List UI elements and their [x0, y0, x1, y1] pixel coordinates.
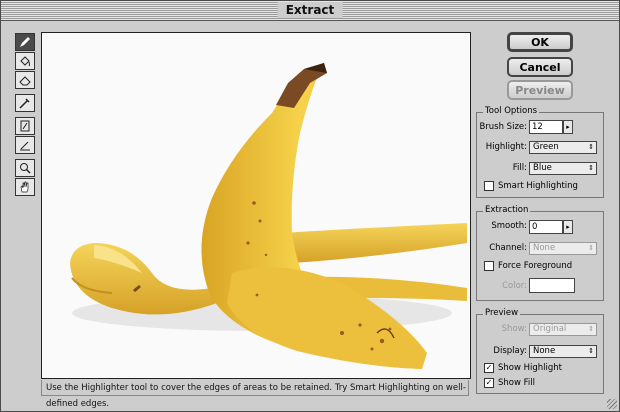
- highlighter-icon: [20, 37, 30, 47]
- banana-peel-image: [70, 63, 467, 369]
- highlight-select[interactable]: Green ⇕: [529, 141, 597, 154]
- show-label: Show:: [501, 324, 527, 334]
- cleanup-tool[interactable]: [15, 117, 35, 135]
- paint-bucket-icon: [20, 56, 30, 67]
- tool-options-title: Tool Options: [483, 106, 540, 116]
- tool-options-group: Tool Options Brush Size: 12 ▸ Highlight:…: [476, 106, 604, 198]
- updown-arrow-icon: ⇕: [588, 325, 594, 333]
- hand-tool[interactable]: [15, 178, 35, 196]
- smart-highlighting-checkbox[interactable]: [484, 181, 494, 191]
- image-preview[interactable]: [41, 32, 471, 379]
- status-bar: Use the Highlighter tool to cover the ed…: [41, 380, 469, 409]
- magnifier-icon: [20, 163, 31, 174]
- smart-highlighting-label: Smart Highlighting: [498, 181, 578, 191]
- channel-select[interactable]: None ⇕: [529, 242, 597, 255]
- show-fill-label: Show Fill: [498, 378, 535, 388]
- updown-arrow-icon: ⇕: [588, 347, 594, 355]
- toolbox: [15, 33, 37, 197]
- preview-title: Preview: [483, 308, 521, 318]
- display-label: Display:: [493, 346, 527, 356]
- preview-button[interactable]: Preview: [507, 80, 573, 100]
- extraction-group: Extraction Smooth: 0 ▸ Channel: None ⇕ Fo…: [476, 205, 604, 301]
- zoom-tool[interactable]: [15, 159, 35, 177]
- show-value: Original: [533, 324, 567, 334]
- ok-button[interactable]: OK: [507, 32, 573, 52]
- fill-select[interactable]: Blue ⇕: [529, 162, 597, 175]
- eraser-icon: [19, 76, 31, 86]
- channel-label: Channel:: [489, 243, 527, 253]
- highlight-label: Highlight:: [485, 142, 527, 152]
- updown-arrow-icon: ⇕: [588, 244, 594, 252]
- color-swatch[interactable]: [529, 278, 575, 293]
- force-foreground-label: Force Foreground: [498, 261, 573, 271]
- fill-label: Fill:: [512, 163, 527, 173]
- preview-group: Preview Show: Original ⇕ Display: None ⇕ ✓…: [476, 308, 604, 394]
- cleanup-icon: [20, 120, 30, 132]
- show-select[interactable]: Original ⇕: [529, 323, 597, 336]
- cancel-button[interactable]: Cancel: [507, 57, 573, 77]
- channel-value: None: [533, 243, 556, 253]
- smooth-field[interactable]: 0: [529, 220, 563, 234]
- fill-value: Blue: [533, 163, 552, 173]
- highlighter-tool[interactable]: [15, 33, 35, 51]
- eyedropper-icon: [19, 98, 30, 109]
- force-foreground-checkbox[interactable]: [484, 261, 494, 271]
- smooth-arrow[interactable]: ▸: [563, 220, 573, 234]
- updown-arrow-icon: ⇕: [588, 164, 594, 172]
- show-fill-checkbox[interactable]: ✓: [484, 378, 494, 388]
- show-highlight-label: Show Highlight: [498, 363, 563, 373]
- brush-size-field[interactable]: 12: [529, 120, 563, 134]
- smooth-label: Smooth:: [491, 221, 527, 231]
- eraser-tool[interactable]: [15, 71, 35, 89]
- show-highlight-checkbox[interactable]: ✓: [484, 363, 494, 373]
- title-bar[interactable]: Extract: [1, 1, 619, 21]
- brush-size-label: Brush Size:: [479, 122, 527, 132]
- edge-touchup-tool[interactable]: [15, 136, 35, 154]
- display-select[interactable]: None ⇕: [529, 345, 597, 358]
- display-value: None: [533, 346, 556, 356]
- brush-size-arrow[interactable]: ▸: [563, 120, 573, 134]
- fill-tool[interactable]: [15, 52, 35, 70]
- hand-icon: [20, 181, 29, 193]
- updown-arrow-icon: ⇕: [588, 143, 594, 151]
- extraction-title: Extraction: [483, 205, 531, 215]
- resize-grip[interactable]: [607, 399, 617, 409]
- edge-touchup-icon: [20, 141, 30, 151]
- color-label: Color:: [502, 281, 527, 291]
- highlight-value: Green: [533, 142, 559, 152]
- extract-dialog: Extract Use the Highlighter tool to cove…: [0, 0, 620, 412]
- eyedropper-tool[interactable]: [15, 94, 35, 112]
- window-title: Extract: [277, 2, 343, 18]
